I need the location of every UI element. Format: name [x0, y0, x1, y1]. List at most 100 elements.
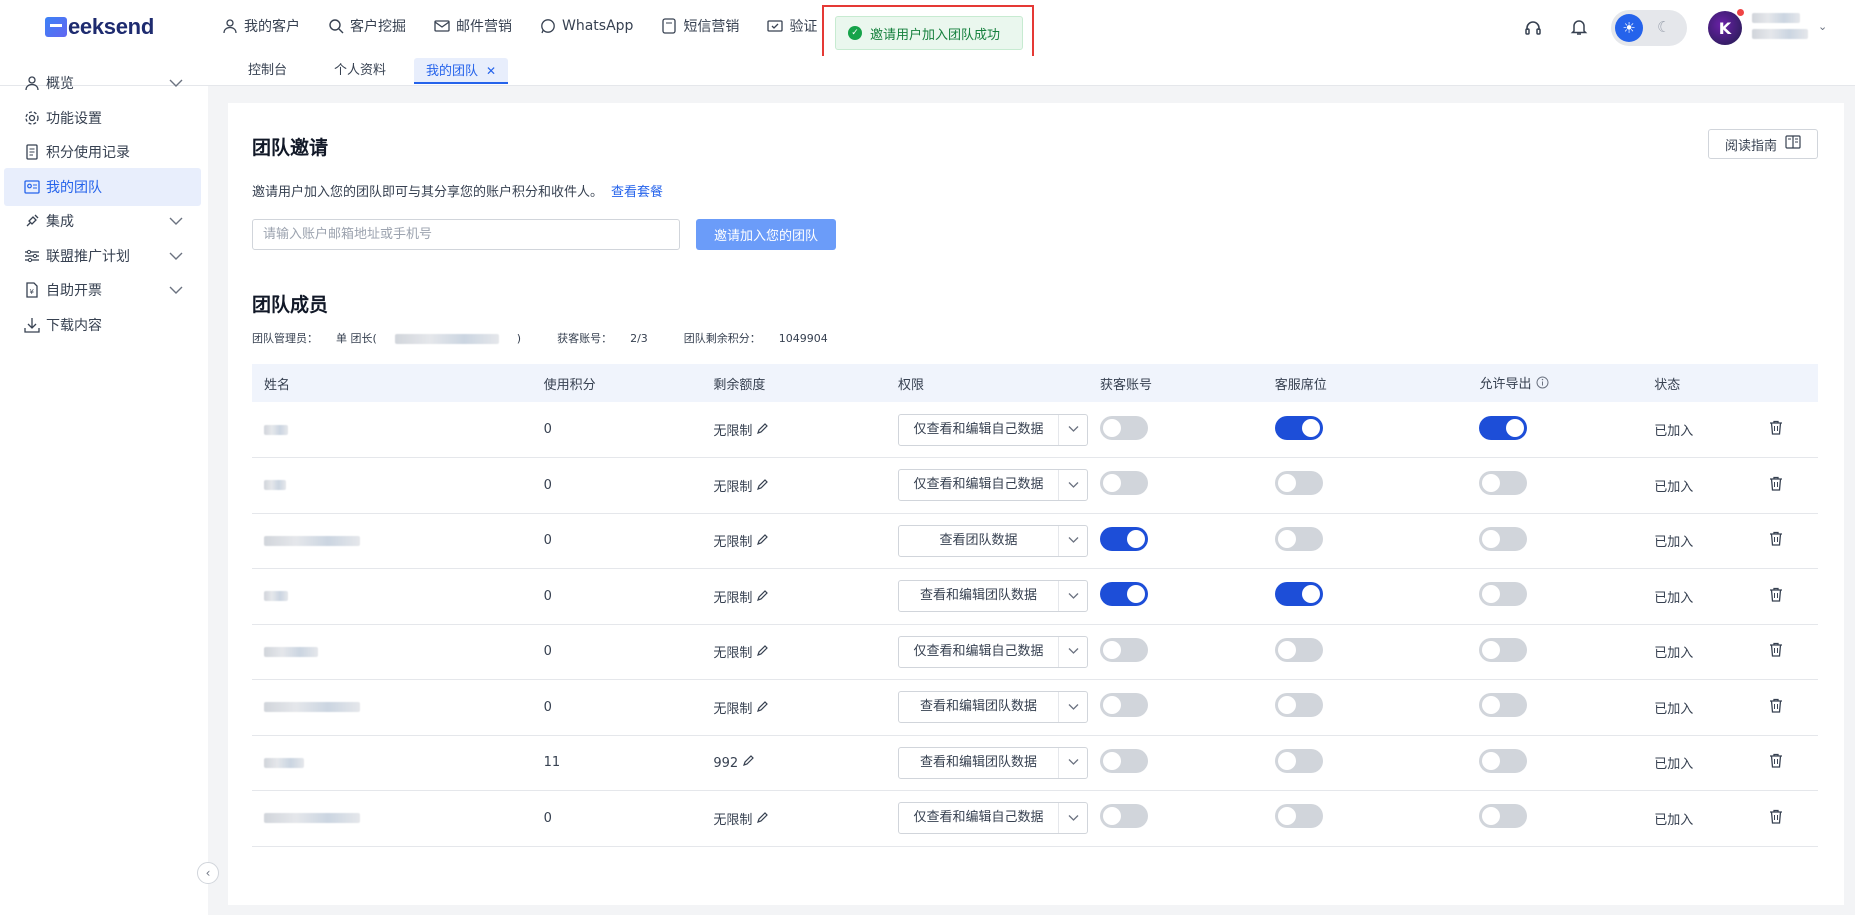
headset-icon[interactable]: [1524, 19, 1542, 41]
allow-export-toggle[interactable]: [1479, 471, 1528, 496]
name-cell: [252, 513, 532, 569]
read-guide-button[interactable]: 阅读指南: [1708, 129, 1818, 159]
chevron-down-icon[interactable]: [1059, 423, 1087, 436]
sidebar-item[interactable]: ¥ 自助开票: [4, 271, 201, 309]
allow-export-toggle[interactable]: [1479, 748, 1528, 773]
chevron-down-icon[interactable]: [1059, 701, 1087, 714]
service-seat-toggle[interactable]: [1274, 637, 1323, 662]
trash-icon[interactable]: [1769, 587, 1783, 606]
action-cell: [1757, 402, 1818, 458]
sidebar-item[interactable]: 概览: [4, 64, 201, 102]
acquire-account-toggle[interactable]: [1100, 693, 1149, 718]
trash-icon[interactable]: [1769, 420, 1783, 439]
topnav-item[interactable]: 短信营销: [661, 16, 739, 36]
sidebar-item[interactable]: 联盟推广计划: [4, 237, 201, 275]
invite-email-input[interactable]: [252, 219, 680, 250]
tab-console[interactable]: 控制台: [236, 58, 299, 84]
avatar[interactable]: K: [1708, 9, 1744, 45]
service-seat-toggle[interactable]: [1274, 804, 1323, 829]
chevron-down-icon[interactable]: [1059, 812, 1087, 825]
pencil-icon[interactable]: [756, 645, 769, 660]
trash-icon[interactable]: [1769, 809, 1783, 828]
topnav-item[interactable]: 我的客户: [222, 16, 300, 36]
allow-export-toggle[interactable]: [1479, 804, 1528, 829]
acquire-account-toggle[interactable]: [1100, 582, 1149, 607]
trash-icon[interactable]: [1769, 754, 1783, 772]
chevron-down-icon[interactable]: [169, 76, 183, 92]
pencil-icon[interactable]: [756, 589, 769, 605]
trash-icon[interactable]: [1769, 532, 1783, 550]
allow-export-toggle[interactable]: [1479, 693, 1528, 718]
permission-select[interactable]: 仅查看和编辑自己数据: [898, 635, 1089, 668]
verify-icon: [767, 18, 784, 34]
service-seat-toggle[interactable]: [1274, 415, 1323, 440]
sidebar-item[interactable]: 积分使用记录: [4, 133, 201, 171]
chevron-down-icon[interactable]: [1059, 534, 1087, 547]
trash-icon[interactable]: [1769, 476, 1783, 495]
remaining-cell: 无限制: [701, 568, 887, 625]
service-seat-cell: [1262, 513, 1468, 569]
service-seat-toggle[interactable]: [1274, 471, 1323, 496]
trash-icon[interactable]: [1769, 698, 1783, 717]
service-seat-toggle[interactable]: [1274, 526, 1323, 551]
sidebar-item[interactable]: 下载内容: [4, 306, 201, 344]
sidebar-item[interactable]: 集成: [4, 202, 201, 240]
invite-button[interactable]: 邀请加入您的团队: [696, 219, 836, 250]
sidebar-item[interactable]: 功能设置: [4, 99, 201, 137]
topnav-item[interactable]: 验证: [767, 16, 817, 36]
acquire-account-toggle[interactable]: [1100, 526, 1149, 551]
topnav-item[interactable]: 客户挖掘: [328, 16, 406, 36]
service-seat-toggle[interactable]: [1274, 582, 1323, 607]
status-cell: 已加入: [1642, 513, 1758, 569]
chevron-down-icon[interactable]: [1059, 590, 1087, 603]
topnav-item[interactable]: 邮件营销: [434, 16, 512, 36]
acquire-account-toggle[interactable]: [1100, 637, 1149, 662]
permission-select[interactable]: 查看和编辑团队数据: [898, 691, 1089, 724]
allow-export-toggle[interactable]: [1479, 415, 1528, 440]
pencil-icon[interactable]: [756, 700, 769, 716]
chevron-down-icon[interactable]: [1059, 645, 1087, 658]
permission-select[interactable]: 仅查看和编辑自己数据: [898, 469, 1089, 502]
trash-icon[interactable]: [1769, 643, 1783, 661]
allow-export-toggle[interactable]: [1479, 637, 1528, 662]
chevron-down-icon[interactable]: [169, 214, 183, 230]
close-icon[interactable]: ✕: [486, 64, 496, 78]
sidebar-item[interactable]: 我的团队: [4, 168, 201, 206]
tab-profile[interactable]: 个人资料: [322, 58, 398, 84]
theme-toggle[interactable]: ☀ ☾: [1611, 10, 1687, 46]
info-icon[interactable]: [1536, 376, 1549, 393]
points-value: 1049904: [778, 332, 828, 345]
acquire-account-toggle[interactable]: [1100, 471, 1149, 496]
view-plans-link[interactable]: 查看套餐: [611, 185, 663, 200]
allow-export-toggle[interactable]: [1479, 582, 1528, 607]
topnav-item[interactable]: WhatsApp: [540, 16, 633, 36]
pencil-icon[interactable]: [756, 811, 769, 827]
service-seat-toggle[interactable]: [1274, 693, 1323, 718]
chevron-down-icon[interactable]: [1059, 756, 1087, 769]
chevron-down-icon[interactable]: [169, 283, 183, 299]
allow-export-toggle[interactable]: [1479, 526, 1528, 551]
permission-value: 仅查看和编辑自己数据: [899, 636, 1060, 667]
permission-select[interactable]: 仅查看和编辑自己数据: [898, 413, 1089, 446]
acquire-account-toggle[interactable]: [1100, 804, 1149, 829]
tab-my-team[interactable]: 我的团队 ✕: [414, 58, 509, 84]
pencil-icon[interactable]: [756, 478, 769, 494]
chevron-down-icon[interactable]: ⌄: [1818, 20, 1827, 33]
permission-select[interactable]: 查看和编辑团队数据: [898, 580, 1089, 613]
permission-select[interactable]: 查看和编辑团队数据: [898, 746, 1089, 779]
acquire-account-toggle[interactable]: [1100, 748, 1149, 773]
permission-select[interactable]: 查看团队数据: [898, 524, 1089, 557]
chevron-down-icon[interactable]: [1059, 479, 1087, 492]
chevron-down-icon[interactable]: [169, 249, 183, 265]
moon-icon[interactable]: ☾: [1657, 18, 1670, 36]
pencil-icon[interactable]: [756, 423, 769, 438]
acquire-account-toggle[interactable]: [1100, 415, 1149, 440]
bell-icon[interactable]: [1570, 18, 1588, 40]
collapse-sidebar-button[interactable]: ‹: [197, 862, 219, 884]
pencil-icon[interactable]: [756, 534, 769, 549]
app-logo[interactable]: eeksend: [45, 14, 154, 40]
pencil-icon[interactable]: [742, 755, 755, 770]
sun-icon[interactable]: ☀: [1615, 14, 1643, 42]
permission-select[interactable]: 仅查看和编辑自己数据: [898, 802, 1089, 835]
service-seat-toggle[interactable]: [1274, 748, 1323, 773]
